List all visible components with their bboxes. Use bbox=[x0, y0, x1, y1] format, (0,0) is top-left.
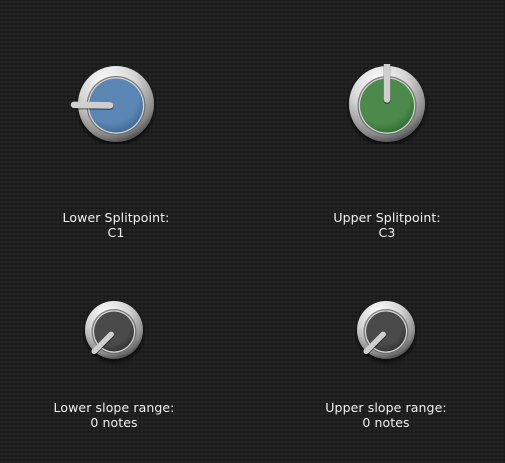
upper-splitpoint-value: C3 bbox=[378, 225, 396, 240]
lower-splitpoint-label: Lower Splitpoint: bbox=[62, 210, 170, 225]
upper-slope-range-label: Upper slope range: bbox=[325, 400, 447, 415]
lower-slope-range-value: 0 notes bbox=[90, 415, 138, 430]
lower-splitpoint-control: Lower Splitpoint: C1 bbox=[16, 64, 216, 240]
lower-slope-range-knob[interactable] bbox=[74, 292, 154, 366]
lower-splitpoint-value: C1 bbox=[107, 225, 125, 240]
knob-indicator-icon bbox=[70, 101, 114, 109]
upper-slope-range-knob[interactable] bbox=[346, 292, 426, 366]
split-settings-panel: Lower Splitpoint: C1 Upper Splitpoint: C… bbox=[0, 0, 505, 463]
upper-slope-range-value: 0 notes bbox=[362, 415, 410, 430]
upper-slope-range-control: Upper slope range: 0 notes bbox=[286, 292, 486, 430]
lower-slope-range-label: Lower slope range: bbox=[53, 400, 175, 415]
lower-splitpoint-knob[interactable] bbox=[61, 64, 171, 144]
upper-splitpoint-control: Upper Splitpoint: C3 bbox=[287, 64, 487, 240]
upper-splitpoint-label: Upper Splitpoint: bbox=[333, 210, 441, 225]
lower-slope-range-control: Lower slope range: 0 notes bbox=[14, 292, 214, 430]
upper-splitpoint-knob[interactable] bbox=[332, 64, 442, 144]
